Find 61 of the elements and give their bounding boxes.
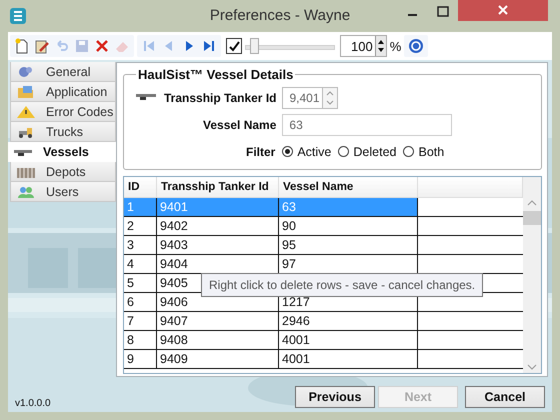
- last-icon[interactable]: [201, 38, 217, 54]
- vessel-name-field[interactable]: 63: [282, 114, 452, 136]
- nav-item[interactable]: General: [10, 62, 116, 82]
- table-cell: 1: [124, 198, 157, 216]
- table-cell: 9407: [157, 312, 279, 330]
- filter-radio[interactable]: Both: [403, 144, 444, 158]
- vertical-scrollbar[interactable]: [523, 177, 541, 373]
- nav-item[interactable]: Depots: [10, 162, 116, 182]
- table-cell: 6: [124, 293, 157, 311]
- table-cell: 2946: [279, 312, 418, 330]
- table-cell: 9409: [157, 350, 279, 368]
- table-cell: 95: [279, 236, 418, 254]
- table-cell: 63: [279, 198, 418, 216]
- table-cell: 9401: [157, 198, 279, 216]
- dialog-button[interactable]: Previous: [295, 386, 375, 408]
- table-cell: 2: [124, 217, 157, 235]
- column-header[interactable]: ID: [124, 177, 157, 197]
- percent-label: %: [390, 38, 402, 54]
- version-label: v1.0.0.0: [15, 398, 51, 408]
- nav-item[interactable]: Application: [10, 82, 116, 102]
- scroll-thumb[interactable]: [523, 211, 541, 225]
- table-cell: 9403: [157, 236, 279, 254]
- ship-icon: [136, 94, 156, 102]
- filter-radio[interactable]: Deleted: [338, 144, 396, 158]
- zoom-field[interactable]: 100: [340, 35, 387, 57]
- folder-icon: [16, 84, 36, 98]
- field-label: Transship Tanker Id: [164, 90, 276, 104]
- nav-item[interactable]: Error Codes: [10, 102, 116, 122]
- filter-radio[interactable]: Active: [282, 144, 332, 158]
- table-cell: 8: [124, 331, 157, 349]
- table-cell: 7: [124, 312, 157, 330]
- table-cell: 4001: [279, 350, 418, 368]
- table-cell: 4001: [279, 331, 418, 349]
- tanker-id-spinner[interactable]: 9,401: [282, 86, 338, 108]
- table-cell: 3: [124, 236, 157, 254]
- new-document-icon[interactable]: [14, 38, 30, 54]
- help-icon[interactable]: [408, 38, 424, 54]
- checkbox[interactable]: [226, 38, 242, 54]
- group-title: HaulSist™ Vessel Details: [137, 67, 294, 82]
- delete-icon[interactable]: [94, 38, 110, 54]
- column-header[interactable]: Vessel Name: [279, 177, 418, 197]
- app-icon: [9, 7, 27, 25]
- table-cell: 4: [124, 255, 157, 273]
- table-cell: 5: [124, 274, 157, 292]
- warning-icon: [16, 104, 36, 118]
- table-cell: 9408: [157, 331, 279, 349]
- table-cell: 9402: [157, 217, 279, 235]
- nav-item[interactable]: Trucks: [10, 122, 116, 142]
- zoom-slider[interactable]: [245, 37, 335, 55]
- window-title: Preferences - Wayne: [210, 7, 350, 24]
- table-cell: 90: [279, 217, 418, 235]
- users-icon: [16, 184, 36, 198]
- table-cell: 9: [124, 350, 157, 368]
- tooltip: Right click to delete rows - save - cancel changes.: [201, 273, 484, 297]
- nav-item[interactable]: Users: [10, 182, 116, 202]
- filter-label: Filter: [246, 144, 276, 158]
- field-label: Vessel Name: [203, 118, 276, 132]
- nav-item[interactable]: Vessels: [8, 142, 116, 162]
- edit-icon[interactable]: [34, 38, 50, 54]
- dialog-button[interactable]: Cancel: [465, 386, 545, 408]
- column-header[interactable]: Transship Tanker Id: [157, 177, 279, 197]
